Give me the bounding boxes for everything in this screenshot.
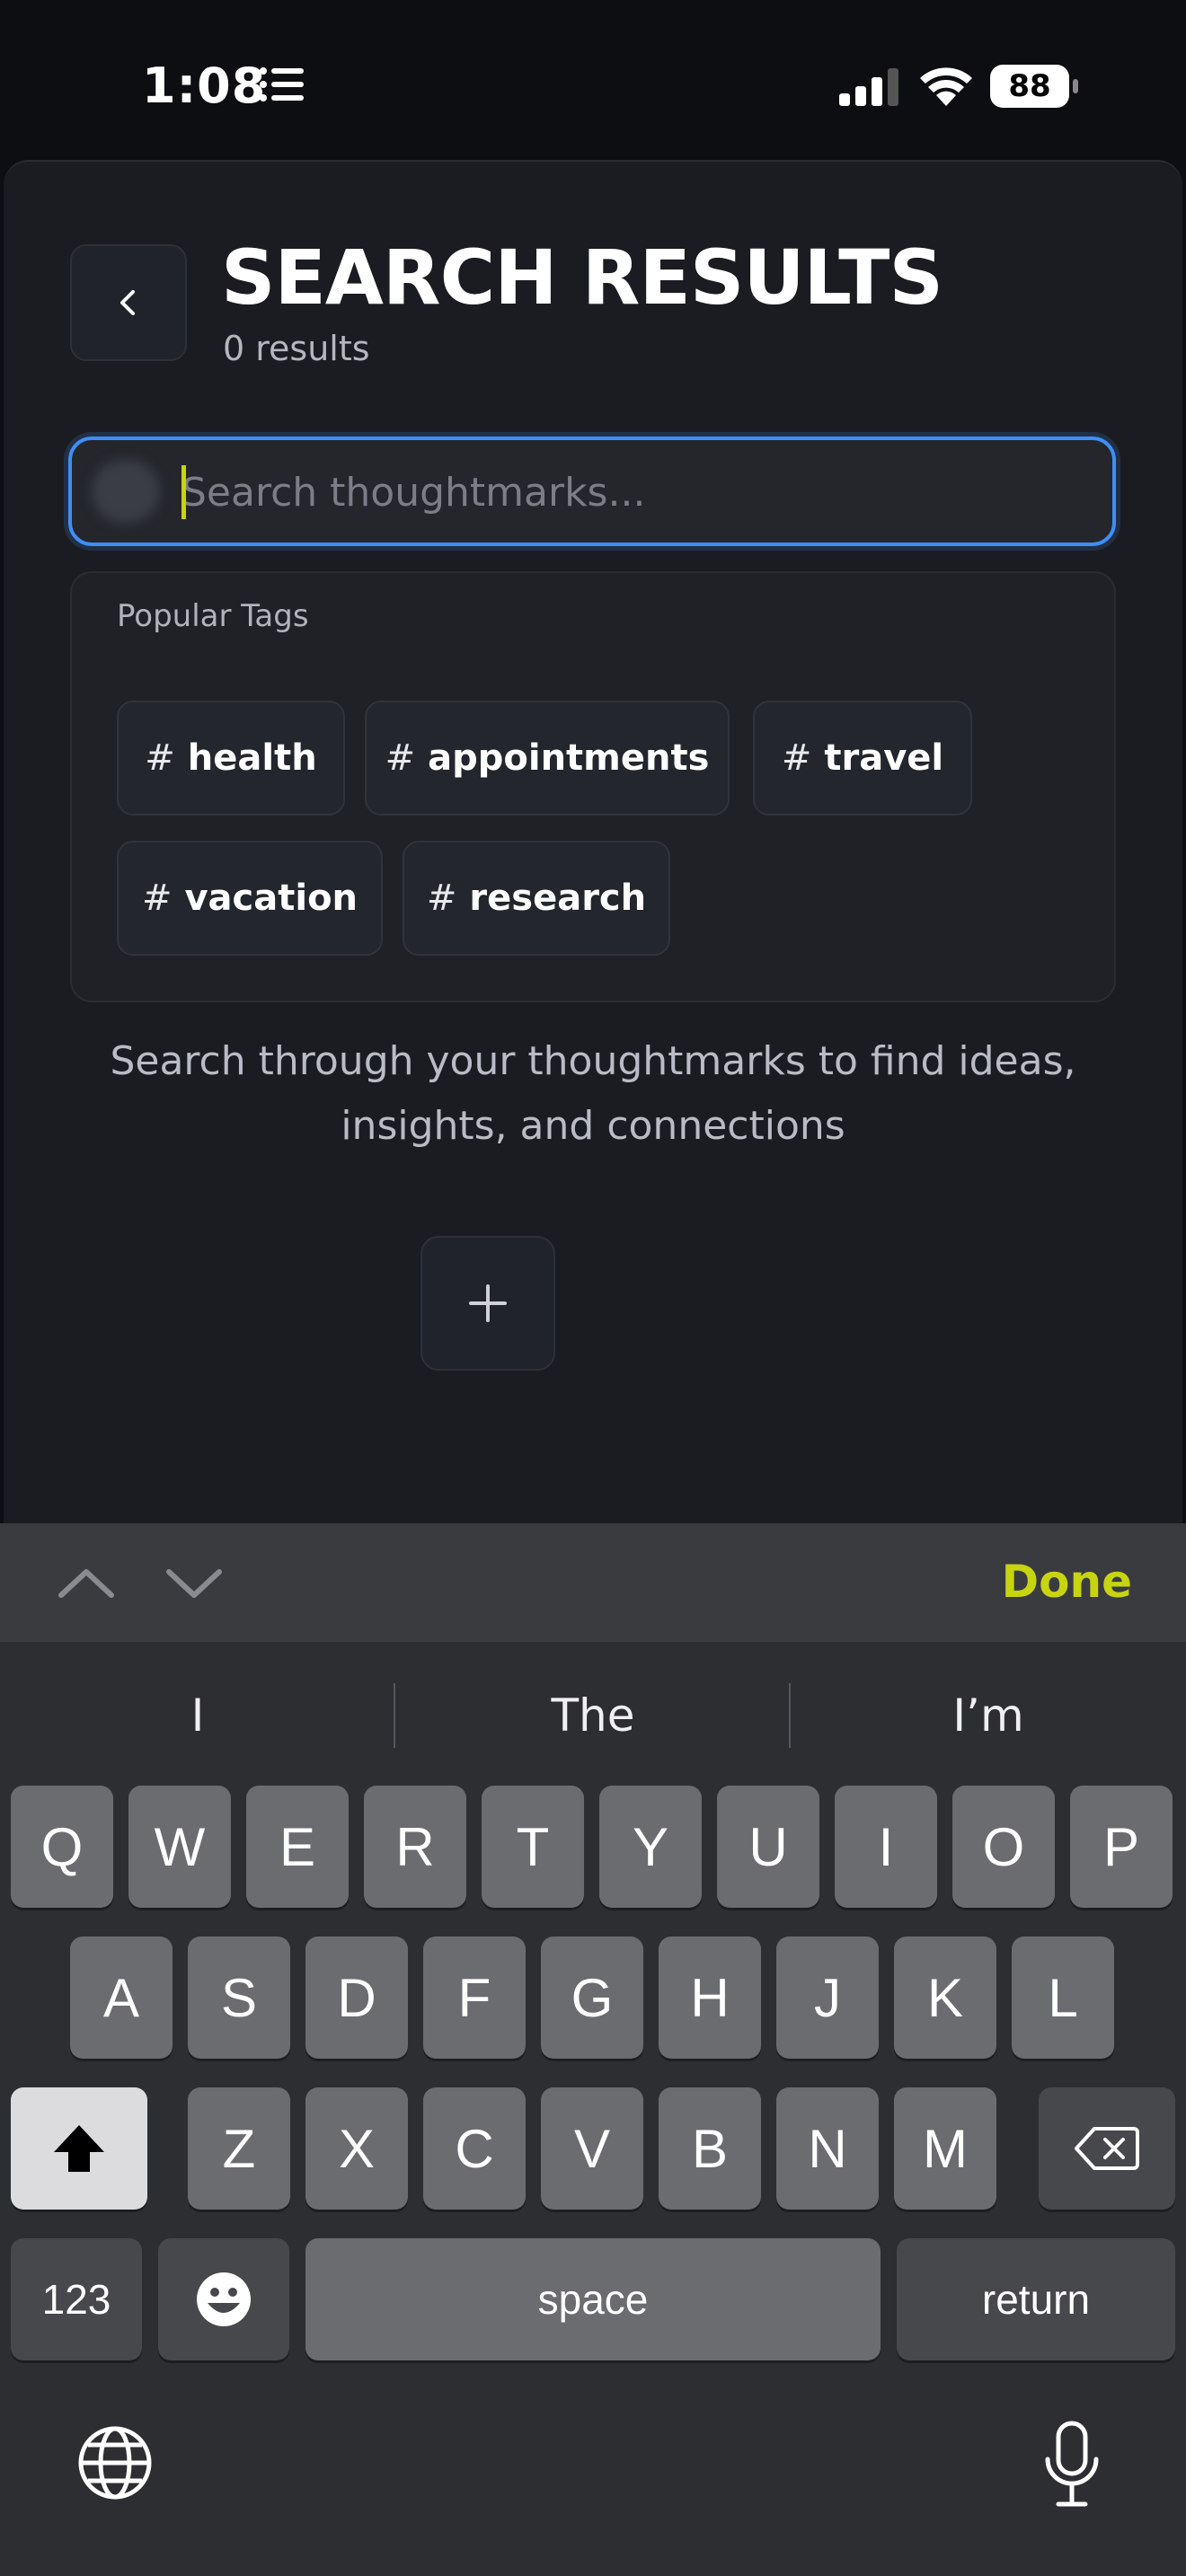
key-h[interactable]: H bbox=[659, 1936, 761, 2059]
key-o[interactable]: O bbox=[952, 1786, 1055, 1908]
tag-label: appointments bbox=[428, 737, 710, 779]
back-button[interactable] bbox=[70, 244, 187, 361]
add-button[interactable] bbox=[420, 1236, 555, 1371]
hash-icon: # bbox=[145, 737, 175, 779]
key-e[interactable]: E bbox=[246, 1786, 349, 1908]
space-key[interactable]: space bbox=[305, 2238, 881, 2360]
key-g[interactable]: G bbox=[541, 1936, 643, 2059]
key-m[interactable]: M bbox=[894, 2087, 996, 2210]
done-button[interactable]: Done bbox=[1002, 1556, 1132, 1608]
suggestion-bar: I The I’m bbox=[0, 1662, 1186, 1769]
key-p[interactable]: P bbox=[1070, 1786, 1173, 1908]
key-j[interactable]: J bbox=[776, 1936, 879, 2059]
popular-tags-label: Popular Tags bbox=[117, 598, 309, 634]
page-title: SEARCH RESULTS bbox=[221, 234, 943, 322]
plus-icon bbox=[469, 1284, 507, 1322]
result-count: 0 results bbox=[223, 329, 370, 368]
key-y[interactable]: Y bbox=[599, 1786, 702, 1908]
key-t[interactable]: T bbox=[482, 1786, 584, 1908]
tag-research[interactable]: # research bbox=[403, 841, 670, 956]
key-q[interactable]: Q bbox=[11, 1786, 113, 1908]
suggestion-3[interactable]: I’m bbox=[791, 1662, 1186, 1769]
tag-appointments[interactable]: # appointments bbox=[365, 701, 730, 816]
chevron-left-icon bbox=[120, 290, 135, 315]
chevron-down-icon[interactable] bbox=[162, 1559, 226, 1606]
globe-icon[interactable] bbox=[77, 2425, 153, 2501]
key-a[interactable]: A bbox=[70, 1936, 173, 2059]
delete-key[interactable] bbox=[1039, 2087, 1175, 2210]
key-s[interactable]: S bbox=[188, 1936, 290, 2059]
status-bar: 1:08 88 bbox=[0, 0, 1186, 162]
hash-icon: # bbox=[141, 878, 173, 919]
shift-key[interactable] bbox=[11, 2087, 147, 2210]
key-w[interactable]: W bbox=[128, 1786, 231, 1908]
search-input[interactable] bbox=[181, 460, 1089, 525]
numbers-key[interactable]: 123 bbox=[11, 2238, 142, 2360]
tag-label: health bbox=[187, 737, 317, 779]
key-r[interactable]: R bbox=[364, 1786, 466, 1908]
key-b[interactable]: B bbox=[659, 2087, 761, 2210]
key-v[interactable]: V bbox=[541, 2087, 643, 2210]
status-time: 1:08 bbox=[142, 57, 267, 114]
suggestion-1[interactable]: I bbox=[0, 1662, 395, 1769]
tag-label: travel bbox=[824, 737, 944, 779]
tag-label: vacation bbox=[184, 878, 358, 919]
key-k[interactable]: K bbox=[894, 1936, 996, 2059]
tag-vacation[interactable]: # vacation bbox=[117, 841, 383, 956]
popular-tags-card: Popular Tags # health # appointments # t… bbox=[70, 571, 1116, 1002]
key-z[interactable]: Z bbox=[188, 2087, 290, 2210]
chevron-up-icon[interactable] bbox=[54, 1559, 119, 1606]
list-icon bbox=[260, 67, 304, 101]
text-caret bbox=[181, 465, 186, 519]
search-icon bbox=[92, 460, 160, 523]
emoji-icon bbox=[197, 2272, 251, 2326]
return-key[interactable]: return bbox=[897, 2238, 1175, 2360]
wifi-icon bbox=[920, 67, 972, 106]
hash-icon: # bbox=[781, 737, 812, 779]
key-l[interactable]: L bbox=[1012, 1936, 1114, 2059]
search-field[interactable] bbox=[68, 437, 1116, 546]
battery-icon: 88 bbox=[990, 65, 1080, 108]
keyboard-toolbar: Done bbox=[0, 1523, 1186, 1642]
key-x[interactable]: X bbox=[305, 2087, 408, 2210]
hash-icon: # bbox=[385, 737, 416, 779]
suggestion-2[interactable]: The bbox=[395, 1662, 791, 1769]
shift-arrow-icon bbox=[54, 2125, 104, 2172]
key-u[interactable]: U bbox=[717, 1786, 819, 1908]
key-n[interactable]: N bbox=[776, 2087, 879, 2210]
key-i[interactable]: I bbox=[835, 1786, 937, 1908]
battery-level: 88 bbox=[1008, 68, 1051, 104]
key-f[interactable]: F bbox=[423, 1936, 526, 2059]
hash-icon: # bbox=[426, 878, 457, 919]
backspace-icon bbox=[1075, 2127, 1139, 2170]
key-d[interactable]: D bbox=[305, 1936, 408, 2059]
microphone-icon[interactable] bbox=[1040, 2420, 1103, 2510]
empty-state-hint: Search through your thoughtmarks to find… bbox=[110, 1038, 1076, 1149]
tag-label: research bbox=[469, 878, 647, 919]
emoji-key[interactable] bbox=[158, 2238, 289, 2360]
tag-health[interactable]: # health bbox=[117, 701, 345, 816]
key-c[interactable]: C bbox=[423, 2087, 526, 2210]
cellular-signal-icon bbox=[839, 68, 898, 106]
tag-travel[interactable]: # travel bbox=[753, 701, 972, 816]
